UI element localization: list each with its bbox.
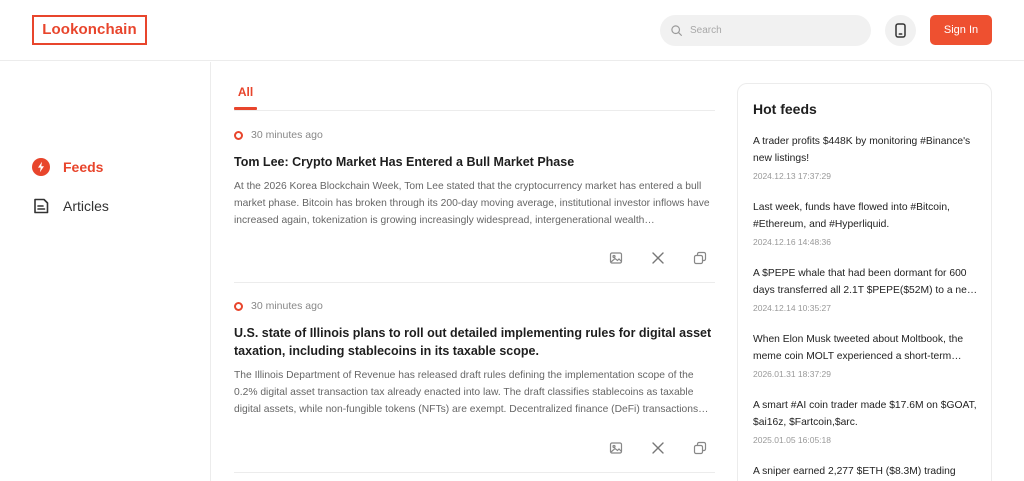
hot-feed-text[interactable]: A smart #AI coin trader made $17.6M on $… (753, 397, 978, 431)
hot-feed-text[interactable]: A sniper earned 2,277 $ETH ($8.3M) tradi… (753, 463, 978, 480)
hot-feed-text[interactable]: When Elon Musk tweeted about Moltbook, t… (753, 331, 978, 365)
feed-actions (608, 440, 708, 456)
mobile-device-icon (895, 23, 906, 38)
hot-feed-item[interactable]: When Elon Musk tweeted about Moltbook, t… (753, 331, 978, 379)
hot-feed-text[interactable]: Last week, funds have flowed into #Bitco… (753, 199, 978, 233)
x-logo-icon (652, 442, 664, 454)
left-sidebar: Feeds Articles (0, 62, 211, 481)
hot-feeds-title: Hot feeds (753, 101, 817, 117)
share-image-button[interactable] (608, 440, 624, 456)
hot-feed-date: 2024.12.14 10:35:27 (753, 303, 831, 313)
hot-feed-text[interactable]: A trader profits $448K by monitoring #Bi… (753, 133, 978, 167)
copy-button[interactable] (692, 250, 708, 266)
image-icon (609, 252, 623, 264)
hot-feed-text[interactable]: A $PEPE whale that had been dormant for … (753, 265, 978, 299)
search-bar[interactable] (660, 15, 871, 46)
feed-actions (608, 250, 708, 266)
feed-body: The Illinois Department of Revenue has r… (234, 370, 709, 415)
hot-feed-item[interactable]: Last week, funds have flowed into #Bitco… (753, 199, 978, 247)
hot-feed-item[interactable]: A trader profits $448K by monitoring #Bi… (753, 133, 978, 181)
feed-time: 30 minutes ago (251, 129, 323, 141)
share-x-button[interactable] (650, 250, 666, 266)
feed-title[interactable]: Tom Lee: Crypto Market Has Entered a Bul… (234, 153, 715, 171)
hot-feed-date: 2025.01.05 16:05:18 (753, 435, 831, 445)
feed-time: 30 minutes ago (251, 300, 323, 312)
share-image-button[interactable] (608, 250, 624, 266)
feed-time-row: 30 minutes ago (234, 128, 715, 142)
time-dot-icon (234, 130, 243, 140)
hot-feed-date: 2024.12.13 17:37:29 (753, 171, 831, 181)
feed-title[interactable]: U.S. state of Illinois plans to roll out… (234, 324, 715, 360)
sidebar-item-label: Articles (63, 198, 109, 214)
copy-icon (693, 441, 707, 455)
share-x-button[interactable] (650, 440, 666, 456)
sidebar-item-label: Feeds (63, 159, 104, 175)
document-icon (34, 198, 49, 214)
search-icon (671, 25, 682, 36)
sidebar-item-feeds[interactable]: Feeds (32, 157, 103, 177)
copy-icon (693, 251, 707, 265)
feed-item[interactable]: 30 minutes ago U.S. state of Illinois pl… (234, 299, 715, 473)
hot-feed-item[interactable]: A smart #AI coin trader made $17.6M on $… (753, 397, 978, 445)
copy-button[interactable] (692, 440, 708, 456)
hot-feed-date: 2024.12.16 14:48:36 (753, 237, 831, 247)
sign-in-button[interactable]: Sign In (930, 15, 992, 45)
search-input[interactable] (690, 25, 850, 36)
feed-tabs: All (234, 62, 715, 111)
feed-time-row: 30 minutes ago (234, 299, 715, 313)
tab-all[interactable]: All (234, 85, 257, 99)
tab-active-indicator (234, 107, 257, 110)
hot-feed-date: 2026.01.31 18:37:29 (753, 369, 831, 379)
image-icon (609, 442, 623, 454)
feed-item[interactable]: 30 minutes ago Tom Lee: Crypto Market Ha… (234, 128, 715, 283)
site-logo[interactable]: Lookonchain (32, 15, 147, 45)
hot-feeds-panel: Hot feeds A trader profits $448K by moni… (737, 83, 992, 481)
hot-feed-item[interactable]: A sniper earned 2,277 $ETH ($8.3M) tradi… (753, 463, 978, 480)
app-download-button[interactable] (885, 15, 916, 46)
x-logo-icon (652, 252, 664, 264)
time-dot-icon (234, 301, 243, 311)
sidebar-item-articles[interactable]: Articles (32, 196, 109, 216)
top-header: Lookonchain Sign In (0, 0, 1024, 61)
hot-feed-item[interactable]: A $PEPE whale that had been dormant for … (753, 265, 978, 313)
feed-body: At the 2026 Korea Blockchain Week, Tom L… (234, 181, 710, 226)
bolt-icon (32, 158, 50, 176)
